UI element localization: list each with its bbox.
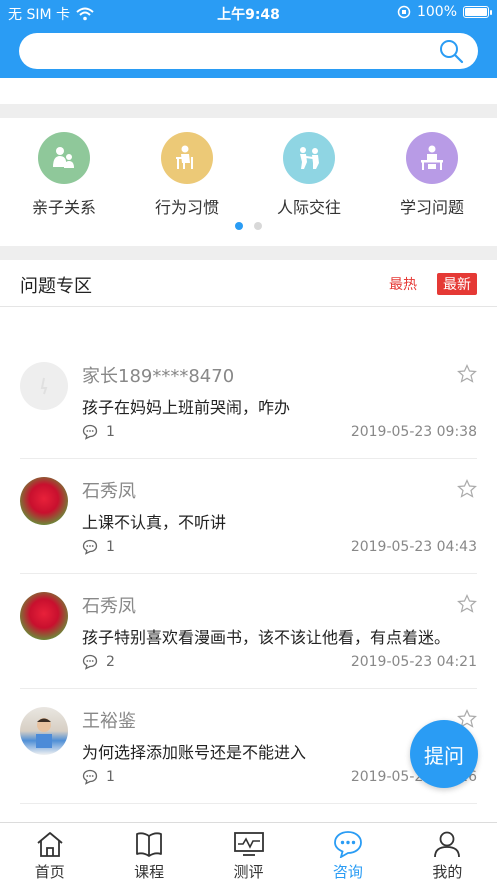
tab-label: 咨询 xyxy=(332,863,363,881)
monitor-chart-icon xyxy=(233,829,265,859)
sort-new-button[interactable]: 最新 xyxy=(437,273,477,295)
kids-playing-icon xyxy=(283,132,335,184)
question-item[interactable]: 石秀凤 上课不认真，不听讲 1 2019-05-23 04:43 xyxy=(20,459,477,574)
ask-question-button[interactable]: 提问 xyxy=(410,720,478,788)
category-label: 亲子关系 xyxy=(31,198,96,217)
reading-child-icon xyxy=(161,132,213,184)
question-author: 石秀凤 xyxy=(82,481,136,502)
pager-dot-active[interactable] xyxy=(235,222,243,230)
star-icon[interactable] xyxy=(457,364,477,384)
comment-count: 2 xyxy=(106,654,115,670)
category-carousel[interactable]: 亲子关系 行为习惯 人际交往 学习问题 xyxy=(0,118,497,246)
header: 无 SIM 卡 上午9:48 100% xyxy=(0,0,497,78)
avatar xyxy=(20,362,68,410)
comment-icon xyxy=(82,424,98,440)
student-desk-icon xyxy=(406,132,458,184)
search-input[interactable] xyxy=(19,33,419,69)
tab-label: 我的 xyxy=(432,863,463,881)
question-item[interactable]: 石秀凤 孩子特别喜欢看漫画书，该不该让他看，有点着迷。 2 2019-05-23… xyxy=(20,574,477,689)
question-text: 为何选择添加账号还是不能进入 xyxy=(82,743,307,762)
bottom-tab-bar: 首页 课程 测评 咨询 我的 xyxy=(0,822,497,883)
orientation-lock-icon xyxy=(397,5,411,19)
comment-icon xyxy=(82,654,98,670)
question-date: 2019-05-23 09:38 xyxy=(350,424,477,440)
category-behavior[interactable]: 行为习惯 xyxy=(137,132,237,218)
search-bar[interactable] xyxy=(19,33,478,69)
question-item[interactable]: 王裕鉴 为何选择添加账号还是不能进入 1 2019-05-23 20:26 xyxy=(20,689,477,804)
tab-label: 测评 xyxy=(233,863,264,881)
tab-courses[interactable]: 课程 xyxy=(99,823,198,883)
question-item[interactable]: 家长189****8470 孩子在妈妈上班前哭闹，咋办 1 2019-05-23… xyxy=(20,344,477,459)
parent-child-icon xyxy=(38,132,90,184)
question-section-header: 问题专区 最热 最新 xyxy=(0,260,497,307)
category-label: 学习问题 xyxy=(399,198,464,217)
question-meta: 1 xyxy=(82,424,115,440)
book-icon xyxy=(133,829,165,859)
section-title: 问题专区 xyxy=(20,276,92,297)
question-text: 孩子特别喜欢看漫画书，该不该让他看，有点着迷。 xyxy=(82,628,451,647)
chat-bubble-icon xyxy=(332,829,364,859)
question-meta: 1 xyxy=(82,769,115,785)
star-icon[interactable] xyxy=(457,594,477,614)
tab-label: 首页 xyxy=(34,863,65,881)
tab-consult[interactable]: 咨询 xyxy=(298,823,397,883)
question-meta: 1 xyxy=(82,539,115,555)
pager-dot[interactable] xyxy=(254,222,262,230)
question-meta: 2 xyxy=(82,654,115,670)
tab-home[interactable]: 首页 xyxy=(0,823,99,883)
home-icon xyxy=(34,829,66,859)
avatar xyxy=(20,707,68,755)
category-label: 人际交往 xyxy=(276,198,341,217)
question-author: 家长189****8470 xyxy=(82,366,235,387)
tab-assessment[interactable]: 测评 xyxy=(199,823,298,883)
comment-icon xyxy=(82,539,98,555)
category-social[interactable]: 人际交往 xyxy=(259,132,359,218)
status-bar: 无 SIM 卡 上午9:48 100% xyxy=(0,0,497,26)
question-text: 上课不认真，不听讲 xyxy=(82,513,227,532)
user-icon xyxy=(431,829,463,859)
category-study[interactable]: 学习问题 xyxy=(382,132,482,218)
sort-hot-button[interactable]: 最热 xyxy=(389,274,417,294)
battery-icon xyxy=(463,6,492,18)
search-icon[interactable] xyxy=(438,38,464,64)
star-icon[interactable] xyxy=(457,479,477,499)
comment-count: 1 xyxy=(106,539,115,555)
question-date: 2019-05-23 04:43 xyxy=(350,539,477,555)
avatar xyxy=(20,477,68,525)
question-date: 2019-05-23 04:21 xyxy=(350,654,477,670)
battery-percent: 100% xyxy=(416,4,457,20)
question-author: 王裕鉴 xyxy=(82,711,136,732)
question-author: 石秀凤 xyxy=(82,596,136,617)
divider xyxy=(0,246,497,260)
category-parent-child[interactable]: 亲子关系 xyxy=(14,132,114,218)
carousel-pager xyxy=(0,222,497,230)
comment-count: 1 xyxy=(106,424,115,440)
category-label: 行为习惯 xyxy=(154,198,219,217)
comment-count: 1 xyxy=(106,769,115,785)
question-text: 孩子在妈妈上班前哭闹，咋办 xyxy=(82,398,291,417)
tab-label: 课程 xyxy=(134,863,165,881)
avatar xyxy=(20,592,68,640)
divider xyxy=(0,104,497,118)
comment-icon xyxy=(82,769,98,785)
tab-profile[interactable]: 我的 xyxy=(398,823,497,883)
